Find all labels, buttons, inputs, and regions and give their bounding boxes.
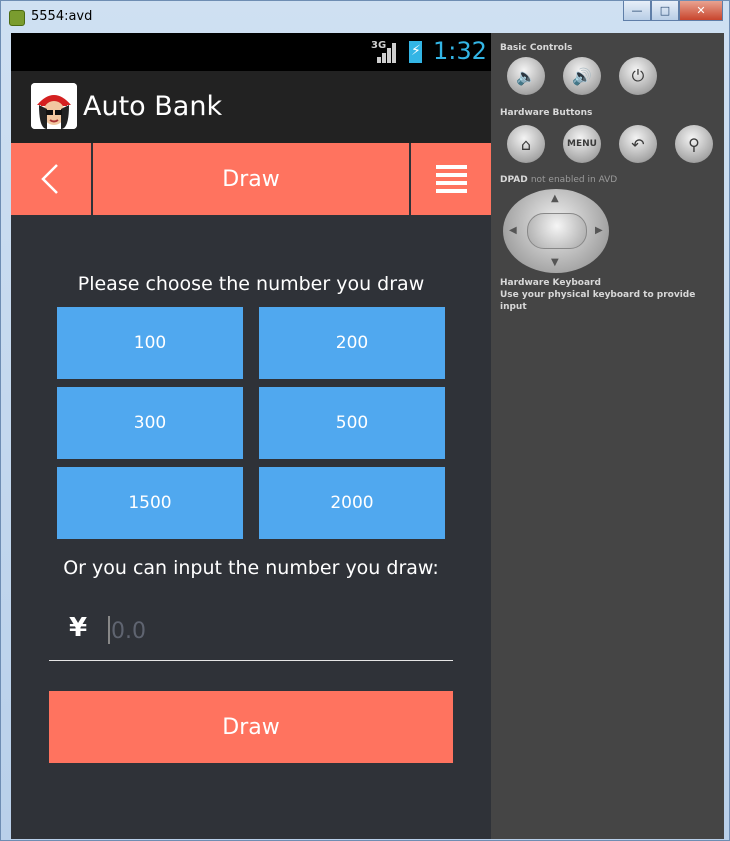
emulator-controls-panel: Basic Controls 🔈 🔊 ⏻ Hardware Buttons ⌂ … (491, 33, 724, 839)
amount-button[interactable]: 2000 (259, 467, 445, 539)
search-hw-button[interactable]: ⚲ (675, 125, 713, 163)
volume-up-icon: 🔊 (572, 66, 592, 86)
action-bar: Auto Bank (11, 71, 491, 143)
charging-bolt-icon: ⚡ (411, 43, 421, 59)
status-clock: 1:32 (433, 37, 487, 65)
window-title: 5554:avd (31, 9, 93, 24)
window-controls: — □ ✕ (623, 1, 723, 23)
home-button[interactable]: ⌂ (507, 125, 545, 163)
search-icon: ⚲ (688, 134, 700, 154)
chevron-left-icon (41, 164, 58, 194)
currency-symbol: ¥ (69, 613, 88, 643)
menu-hw-button[interactable]: MENU (563, 125, 601, 163)
emulator-window: 5554:avd — □ ✕ 3G ⚡ 1:32 Auto Bank Draw … (0, 0, 730, 841)
power-icon: ⏻ (631, 66, 645, 85)
dpad[interactable]: ▲ ▼ ◀ ▶ (503, 189, 609, 273)
dpad-center-button[interactable] (527, 213, 587, 249)
volume-down-button[interactable]: 🔈 (507, 57, 545, 95)
hardware-keyboard-info: Hardware Keyboard Use your physical keyb… (500, 277, 724, 313)
input-underline (49, 660, 453, 661)
app-title: Auto Bank (83, 91, 223, 122)
hardware-keyboard-desc: Use your physical keyboard to provide in… (500, 290, 696, 312)
dpad-title: DPAD (500, 175, 528, 185)
maximize-icon[interactable]: □ (651, 1, 679, 21)
amount-button[interactable]: 100 (57, 307, 243, 379)
home-icon: ⌂ (520, 134, 532, 154)
minimize-icon[interactable]: — (623, 1, 651, 21)
window-titlebar[interactable]: 5554:avd — □ ✕ (1, 1, 730, 33)
power-button[interactable]: ⏻ (619, 57, 657, 95)
basic-controls-label: Basic Controls (500, 43, 573, 53)
phone-screen: 3G ⚡ 1:32 Auto Bank Draw Please choose t… (11, 33, 491, 839)
draw-button[interactable]: Draw (49, 691, 453, 763)
hardware-buttons-label: Hardware Buttons (500, 108, 593, 118)
volume-down-icon: 🔈 (516, 66, 536, 86)
dpad-down-icon: ▼ (551, 257, 559, 268)
close-icon[interactable]: ✕ (679, 1, 723, 21)
app-logo (31, 83, 77, 129)
signal-strength-icon (377, 43, 399, 63)
volume-up-button[interactable]: 🔊 (563, 57, 601, 95)
back-hw-button[interactable]: ↶ (619, 125, 657, 163)
nav-title: Draw (222, 166, 280, 192)
dpad-left-icon: ◀ (509, 225, 517, 236)
choose-amount-prompt: Please choose the number you draw (77, 273, 425, 295)
input-amount-prompt: Or you can input the number you draw: (63, 557, 439, 579)
hardware-keyboard-title: Hardware Keyboard (500, 278, 601, 288)
nav-bar: Draw (11, 143, 491, 215)
dpad-note: not enabled in AVD (530, 175, 618, 185)
status-bar: 3G ⚡ 1:32 (11, 33, 491, 71)
amount-input[interactable] (109, 611, 451, 651)
menu-button[interactable] (411, 143, 491, 215)
amount-button[interactable]: 1500 (57, 467, 243, 539)
android-app-icon (9, 10, 25, 26)
dpad-right-icon: ▶ (595, 225, 603, 236)
amount-button[interactable]: 200 (259, 307, 445, 379)
back-button[interactable] (11, 143, 91, 215)
back-arrow-icon: ↶ (631, 134, 645, 154)
dpad-label: DPAD not enabled in AVD (500, 175, 617, 185)
amount-button[interactable]: 300 (57, 387, 243, 459)
dpad-up-icon: ▲ (551, 193, 559, 204)
amount-button[interactable]: 500 (259, 387, 445, 459)
